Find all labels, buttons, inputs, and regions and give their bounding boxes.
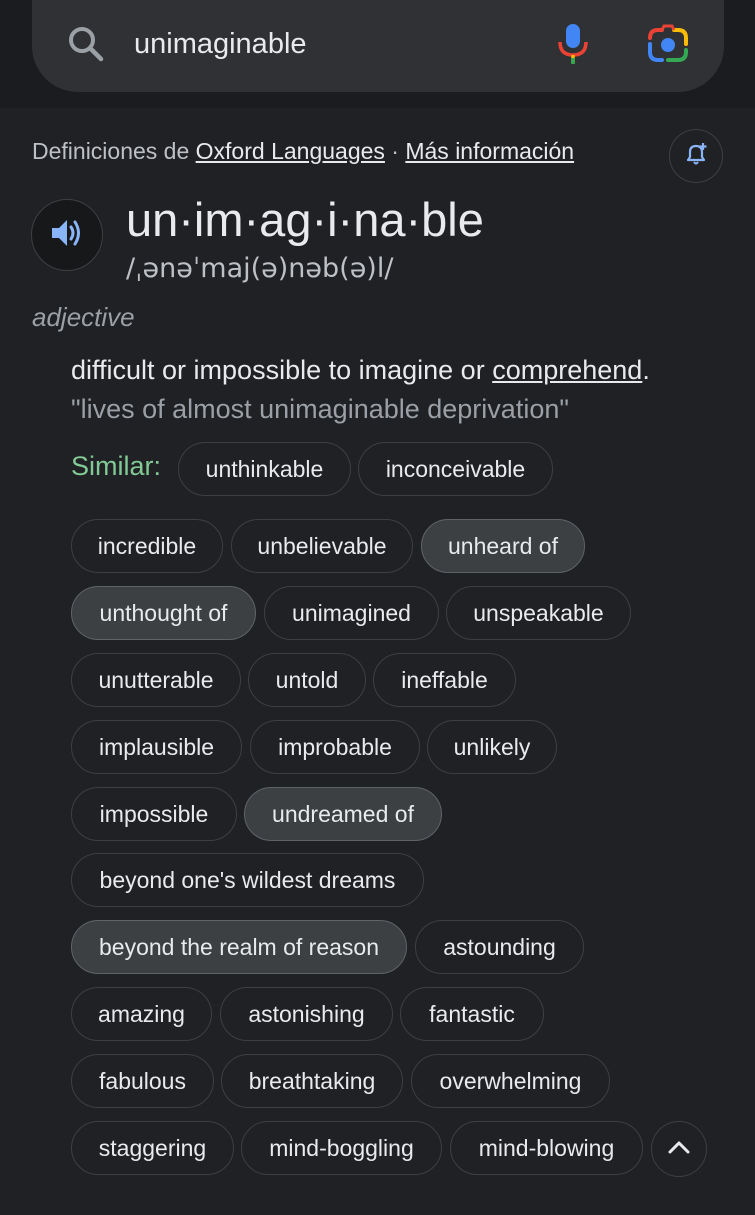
example-sentence: "lives of almost unimaginable deprivatio…: [71, 394, 569, 424]
synonym-chip[interactable]: unthinkable: [178, 442, 351, 496]
synonym-chip[interactable]: beyond one's wildest dreams: [71, 853, 424, 907]
synonym-chip[interactable]: unlikely: [427, 720, 557, 774]
google-lens-icon[interactable]: [646, 24, 690, 71]
synonym-chip[interactable]: impossible: [71, 787, 237, 841]
synonym-chip[interactable]: unutterable: [71, 653, 241, 707]
synonym-chip[interactable]: mind-boggling: [241, 1121, 442, 1175]
synonym-chip[interactable]: breathtaking: [221, 1054, 403, 1108]
synonym-chip[interactable]: beyond the realm of reason: [71, 920, 407, 974]
synonym-chip[interactable]: inconceivable: [358, 442, 553, 496]
synonym-chip[interactable]: unspeakable: [446, 586, 631, 640]
synonym-chip[interactable]: fabulous: [71, 1054, 214, 1108]
headword: un·im·ag·i·na·ble: [126, 193, 484, 246]
synonym-chip[interactable]: unthought of: [71, 586, 256, 640]
top-bar: unimaginable: [0, 0, 755, 108]
synonym-chip[interactable]: staggering: [71, 1121, 234, 1175]
synonym-chip[interactable]: incredible: [71, 519, 223, 573]
search-input[interactable]: unimaginable: [134, 28, 307, 61]
pronunciation-button[interactable]: [31, 199, 103, 271]
search-icon[interactable]: [66, 24, 106, 69]
synonym-chip[interactable]: undreamed of: [244, 787, 442, 841]
speaker-icon: [49, 216, 85, 255]
synonym-chip[interactable]: untold: [248, 653, 366, 707]
synonym-chip[interactable]: fantastic: [400, 987, 544, 1041]
synonym-chip[interactable]: implausible: [71, 720, 242, 774]
synonym-chip[interactable]: astounding: [415, 920, 584, 974]
source-separator: ·: [391, 138, 399, 164]
similar-label: Similar:: [71, 451, 162, 481]
definition: difficult or impossible to imagine or co…: [71, 355, 650, 386]
definition-text: difficult or impossible to imagine or: [71, 355, 493, 385]
synonym-chip[interactable]: ineffable: [373, 653, 516, 707]
definition-link[interactable]: comprehend: [492, 355, 642, 385]
synonym-chip[interactable]: improbable: [250, 720, 420, 774]
oxford-languages-link[interactable]: Oxford Languages: [196, 138, 385, 164]
dictionary-source: Definiciones de Oxford Languages · Más i…: [32, 138, 574, 165]
phonetic-transcription: /ˌənəˈmaj(ə)nəb(ə)l/: [126, 253, 394, 284]
chevron-up-icon: [667, 1139, 691, 1160]
synonym-chip[interactable]: astonishing: [220, 987, 393, 1041]
collapse-button[interactable]: [651, 1121, 707, 1177]
bell-plus-icon: [683, 141, 709, 172]
more-info-link[interactable]: Más información: [405, 138, 574, 164]
synonym-chip[interactable]: overwhelming: [411, 1054, 610, 1108]
synonym-chip[interactable]: unimagined: [264, 586, 439, 640]
mic-icon[interactable]: [555, 22, 591, 71]
synonym-chip[interactable]: amazing: [71, 987, 212, 1041]
add-alert-button[interactable]: [669, 129, 723, 183]
synonym-chip[interactable]: mind-blowing: [450, 1121, 643, 1175]
definition-end: .: [642, 355, 650, 385]
synonym-chip[interactable]: unheard of: [421, 519, 585, 573]
synonym-chip[interactable]: unbelievable: [231, 519, 413, 573]
part-of-speech: adjective: [32, 302, 135, 332]
source-prefix: Definiciones de: [32, 138, 190, 164]
